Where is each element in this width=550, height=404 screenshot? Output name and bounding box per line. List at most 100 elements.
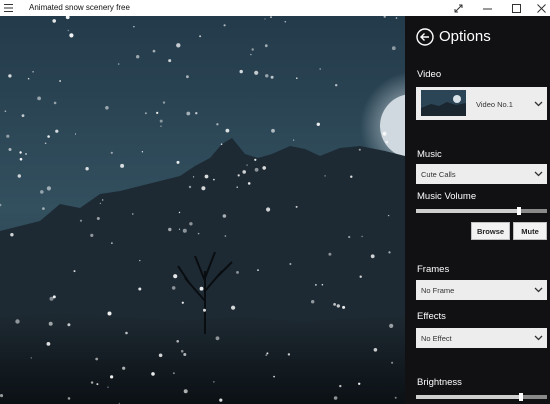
snowflake	[173, 372, 175, 375]
snowflake	[10, 233, 14, 237]
snowflake	[335, 84, 338, 87]
snowflake	[90, 233, 94, 237]
browse-button[interactable]: Browse	[471, 222, 510, 240]
snowflake	[358, 148, 361, 151]
slider-thumb[interactable]	[517, 207, 521, 215]
snowflake	[182, 228, 187, 233]
mute-button[interactable]: Mute	[513, 222, 547, 240]
snowflake	[358, 382, 361, 385]
snowflake	[67, 29, 70, 32]
snowflake	[328, 252, 332, 256]
music-dropdown[interactable]: Cute Calls	[416, 164, 547, 184]
snowflake	[254, 167, 259, 172]
snowflake	[46, 342, 51, 346]
snowflake	[316, 122, 320, 127]
hamburger-menu-icon[interactable]	[4, 3, 14, 13]
snowflake	[144, 112, 147, 115]
snowflake	[46, 186, 52, 191]
snowflake	[237, 174, 240, 177]
snowflake	[173, 274, 178, 279]
snowflake	[183, 389, 188, 394]
snowflake	[388, 251, 391, 254]
snowflake	[284, 20, 287, 23]
snowflake	[67, 397, 71, 400]
effects-dropdown[interactable]: No Effect	[416, 328, 547, 348]
snowflake	[151, 372, 155, 376]
snowflake	[30, 357, 32, 359]
snowflake	[251, 48, 254, 51]
maximize-button[interactable]	[505, 0, 527, 16]
snowflake	[95, 357, 99, 361]
snowflake	[110, 375, 114, 379]
music-volume-slider[interactable]	[416, 207, 547, 215]
snowflake	[254, 70, 259, 75]
snowflake	[176, 340, 179, 343]
snowflake	[107, 311, 112, 316]
snowflake	[199, 35, 202, 38]
snowflake	[178, 228, 181, 230]
snowflake	[231, 305, 236, 310]
snowflake	[273, 375, 275, 378]
snowflake	[295, 205, 298, 208]
snowflake	[0, 394, 4, 398]
snowflake	[42, 207, 45, 210]
snowflake	[8, 148, 12, 151]
close-button[interactable]	[530, 0, 550, 16]
snowflake	[361, 235, 363, 238]
snowflake	[213, 178, 215, 181]
snowflake	[156, 111, 159, 114]
video-dropdown[interactable]: Video No.1	[416, 87, 547, 120]
snowflake	[250, 53, 252, 56]
snowflake	[136, 55, 140, 59]
snowflake	[133, 26, 135, 28]
snowflake	[69, 33, 74, 38]
snowflake	[373, 348, 378, 352]
snowflake	[111, 242, 113, 244]
snowflake	[225, 128, 230, 133]
snowflake	[188, 185, 192, 189]
snowflake	[52, 19, 56, 23]
snowflake	[99, 202, 102, 205]
effects-label: Effects	[417, 311, 446, 322]
snowflake	[216, 123, 219, 126]
snowflake	[222, 214, 227, 218]
snowflake	[168, 59, 172, 63]
video-selected: Video No.1	[476, 100, 513, 109]
snowflake	[186, 75, 189, 79]
snow-scenery-view[interactable]	[0, 16, 405, 404]
snowflake	[159, 119, 163, 123]
snowflake	[270, 75, 274, 79]
expand-button[interactable]	[447, 0, 469, 16]
snowflake	[289, 263, 292, 265]
snowflake	[96, 217, 100, 220]
slider-fill	[416, 209, 519, 213]
minimize-button[interactable]	[476, 0, 498, 16]
snowflake	[132, 213, 134, 215]
snowflake	[236, 186, 238, 188]
snowflake	[271, 128, 275, 133]
frames-dropdown[interactable]: No Frame	[416, 280, 547, 300]
snowflake	[315, 284, 317, 286]
brightness-slider[interactable]	[416, 393, 547, 401]
snowflake	[387, 214, 390, 217]
snowflake	[178, 211, 181, 214]
snowflake	[32, 71, 34, 73]
snowflake	[44, 142, 47, 145]
snowflake	[359, 275, 362, 278]
slider-thumb[interactable]	[519, 393, 523, 401]
chevron-down-icon	[534, 171, 543, 177]
snowflake	[139, 259, 141, 262]
snowflake	[262, 166, 267, 170]
snowflake	[264, 44, 268, 48]
snowflake	[254, 158, 257, 161]
snowflake	[319, 68, 322, 70]
snowflake	[391, 46, 396, 51]
snowflake	[220, 143, 223, 145]
back-arrow-icon[interactable]	[416, 28, 434, 46]
snowflake	[6, 134, 10, 138]
snowflake	[48, 321, 53, 326]
snowflake	[389, 323, 394, 328]
snowflake	[37, 96, 41, 101]
expand-icon	[454, 4, 462, 12]
snowflake	[391, 361, 394, 364]
